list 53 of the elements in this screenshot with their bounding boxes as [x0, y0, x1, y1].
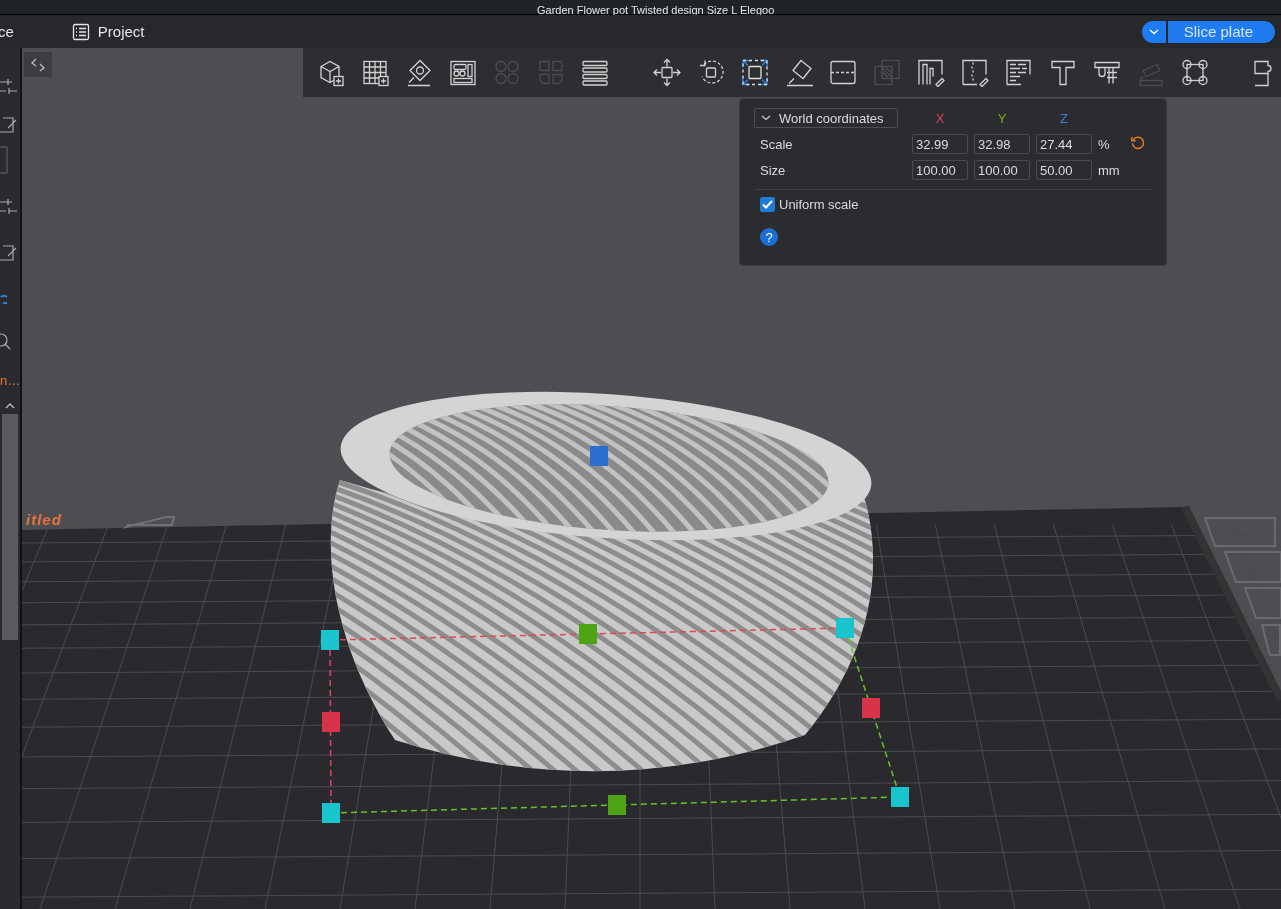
- pencil-icon[interactable]: [0, 244, 18, 262]
- scale-icon: [741, 58, 769, 87]
- list-icon: [71, 22, 90, 41]
- help-button[interactable]: ?: [760, 228, 778, 246]
- axis-label: X: [934, 110, 946, 126]
- pencil-icon[interactable]: [0, 116, 18, 134]
- plate-label: itled: [26, 512, 62, 528]
- value-field[interactable]: 100.00: [974, 160, 1030, 180]
- slider-icon[interactable]: [0, 198, 18, 216]
- color-paint-icon: [1005, 58, 1033, 87]
- window-title: Garden Flower pot Twisted design Size L Elegoo: [537, 3, 775, 17]
- brim-ears-icon: [1181, 58, 1209, 87]
- unit-label: %: [1098, 136, 1111, 152]
- rotate-icon: [697, 58, 725, 87]
- text-tool-icon: [1049, 58, 1077, 87]
- move-icon: [653, 58, 681, 87]
- value-field[interactable]: 100.00: [912, 160, 968, 180]
- value-field[interactable]: 27.44: [1036, 134, 1092, 154]
- axis-label: Z: [1059, 110, 1069, 126]
- circles-icon: [493, 58, 521, 87]
- value-field[interactable]: 50.00: [1036, 160, 1092, 180]
- support-paint-icon: [917, 58, 945, 87]
- lay-face-icon: [785, 58, 813, 87]
- coordinates-dropdown[interactable]: World coordinates: [754, 108, 898, 128]
- menu-tab[interactable]: Project: [71, 22, 145, 41]
- unit-label: mm: [1098, 162, 1121, 178]
- caret-icon: [1148, 28, 1159, 35]
- grid-plus-icon: [361, 58, 389, 87]
- row-label: Scale: [759, 136, 794, 152]
- row-label: Size: [759, 162, 787, 178]
- chevrons-icon: [30, 57, 46, 72]
- slider-icon[interactable]: [0, 78, 18, 96]
- cube-plus-icon: [317, 58, 345, 87]
- dropdown-button[interactable]: [1141, 20, 1166, 43]
- collapse-button[interactable]: [24, 52, 52, 77]
- checkmark-icon: [762, 200, 773, 209]
- value-field[interactable]: 32.99: [912, 134, 968, 154]
- scale-gizmo-drawing[interactable]: [321, 446, 909, 823]
- scrollbar-thumb[interactable]: [2, 414, 18, 640]
- cut-icon: [829, 58, 857, 87]
- arrange-icon: [449, 58, 477, 87]
- diamond-icon: [405, 58, 433, 87]
- axis-label: Y: [996, 110, 1008, 126]
- value-field[interactable]: 32.98: [974, 134, 1030, 154]
- chevron-icon: [761, 115, 771, 121]
- boolean-icon: [873, 58, 901, 87]
- checkbox-label: Uniform scale: [779, 197, 859, 212]
- truncated-label: n…: [0, 373, 20, 388]
- quarters-icon: [537, 58, 565, 87]
- reset-icon[interactable]: [1130, 135, 1145, 150]
- layers-icon: [581, 58, 609, 87]
- checkbox[interactable]: [760, 197, 775, 212]
- seam-paint-icon: [961, 58, 989, 87]
